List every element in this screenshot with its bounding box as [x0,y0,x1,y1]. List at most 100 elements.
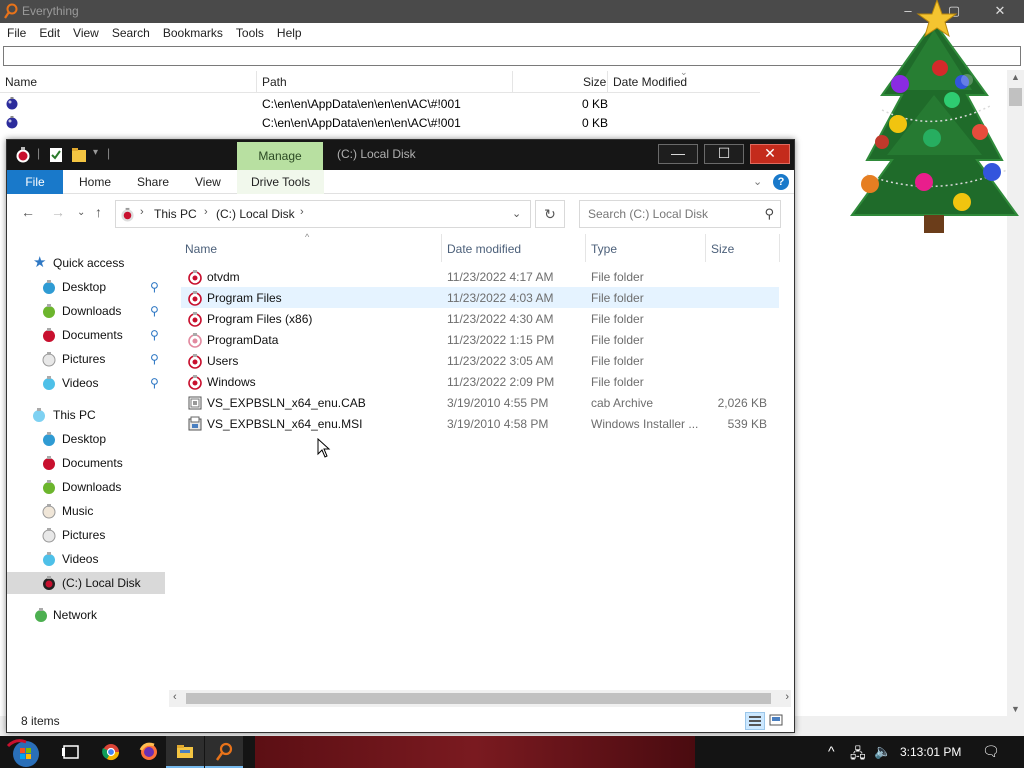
tab-share[interactable]: Share [123,170,183,194]
col-date-modified[interactable]: Date modified [447,242,521,256]
breadcrumb-separator-icon[interactable]: › [300,206,304,218]
col-name[interactable]: Name [185,242,217,256]
menu-bookmarks[interactable]: Bookmarks [156,23,229,40]
action-center-icon[interactable]: 🗨 [982,743,1000,760]
details-view-icon[interactable] [745,712,765,730]
horizontal-scrollbar[interactable]: ‹ › [169,690,791,707]
up-icon[interactable]: ↑ [95,204,102,220]
chrome-button[interactable] [92,736,130,768]
scroll-thumb[interactable] [186,693,771,704]
nav-this-pc[interactable]: This PC [7,404,165,426]
nav-pc-pictures[interactable]: Pictures [7,524,165,546]
search-icon[interactable]: ⚲ [764,206,774,222]
search-input[interactable]: Search (C:) Local Disk [588,207,708,221]
everything-result-row[interactable]: C:\en\en\AppData\en\en\en\AC\#!001 0 KB [0,113,760,132]
file-row[interactable]: otvdm 11/23/2022 4:17 AM File folder [181,266,779,287]
explorer-titlebar[interactable]: | ▾ | Manage (C:) Local Disk — ☐ ✕ [7,140,794,170]
nav-pc-desktop[interactable]: Desktop [7,428,165,450]
tab-drive-tools[interactable]: Drive Tools [237,170,325,194]
refresh-button[interactable]: ↻ [535,200,565,228]
tab-file[interactable]: File [7,170,63,194]
nav-pc-documents[interactable]: Documents [7,452,165,474]
scroll-down-icon[interactable]: ▼ [1011,704,1020,714]
recent-locations-icon[interactable]: ⌄ [77,207,85,218]
clock[interactable]: 3:13:01 PM [900,745,961,759]
menu-help[interactable]: Help [270,23,308,40]
nav-pc-local-disk[interactable]: (C:) Local Disk [7,572,165,594]
pin-icon[interactable]: ⚲ [150,352,159,366]
music-icon [42,504,56,519]
pin-icon[interactable]: ⚲ [150,304,159,318]
properties-icon[interactable] [49,147,63,163]
drive-app-icon[interactable] [15,146,31,164]
file-row[interactable]: Users 11/23/2022 3:05 AM File folder [181,350,779,371]
result-size: 0 KB [582,97,609,111]
tab-home[interactable]: Home [65,170,125,194]
tab-manage[interactable]: Manage [237,142,323,170]
menu-view[interactable]: View [66,23,105,40]
everything-result-row[interactable]: C:\en\en\AppData\en\en\en\AC\#!001 0 KB [0,94,760,113]
nav-quick-downloads[interactable]: Downloads ⚲ [7,300,165,322]
file-explorer-button[interactable] [166,736,204,768]
back-icon[interactable]: ← [21,204,35,220]
documents-icon [43,328,55,342]
file-row[interactable]: Program Files (x86) 11/23/2022 4:30 AM F… [181,308,779,329]
address-dropdown-icon[interactable]: ⌄ [512,207,521,220]
col-name[interactable]: Name [5,75,37,89]
tab-view[interactable]: View [181,170,235,194]
nav-pc-music[interactable]: Music [7,500,165,522]
network-icon[interactable]: 🖧 [850,743,866,767]
firefox-button[interactable] [130,736,168,768]
show-hidden-icons-icon[interactable]: ^ [828,743,835,759]
col-path[interactable]: Path [262,75,287,89]
drive-icon [43,576,55,590]
nav-quick-documents[interactable]: Documents ⚲ [7,324,165,346]
start-button[interactable] [0,736,48,768]
nav-network[interactable]: Network [7,604,165,626]
new-folder-icon[interactable] [71,147,87,163]
expand-ribbon-icon[interactable]: ⌄ [753,175,762,188]
item-count: 8 items [21,714,60,728]
nav-quick-access[interactable]: ★ Quick access [7,252,165,274]
large-icons-view-icon[interactable] [767,712,787,730]
forward-icon[interactable]: → [51,204,65,220]
file-row[interactable]: Program Files 11/23/2022 4:03 AM File fo… [181,287,779,308]
volume-icon[interactable]: 🔈 [874,743,891,760]
breadcrumb-separator-icon[interactable]: › [140,206,144,218]
menu-search[interactable]: Search [105,23,156,40]
qat-dropdown-icon[interactable]: ▾ [93,147,98,158]
col-type[interactable]: Type [591,242,617,256]
task-view-button[interactable] [52,736,90,768]
file-row[interactable]: Windows 11/23/2022 2:09 PM File folder [181,371,779,392]
scroll-right-icon[interactable]: › [785,691,789,703]
breadcrumb-this-pc[interactable]: This PC [154,207,197,221]
menu-edit[interactable]: Edit [32,23,66,40]
nav-quick-desktop[interactable]: Desktop ⚲ [7,276,165,298]
menu-file[interactable]: File [0,23,32,40]
breadcrumb-separator-icon[interactable]: › [204,206,208,218]
nav-pc-downloads[interactable]: Downloads [7,476,165,498]
maximize-button[interactable]: ☐ [704,144,744,164]
col-size[interactable]: Size [583,75,606,89]
address-bar[interactable]: › This PC › (C:) Local Disk › ⌄ [115,200,531,228]
menu-tools[interactable]: Tools [229,23,270,40]
close-button[interactable]: ✕ [750,144,790,164]
col-size[interactable]: Size [711,242,734,256]
help-icon[interactable]: ? [773,174,789,190]
nav-quick-pictures[interactable]: Pictures ⚲ [7,348,165,370]
pin-icon[interactable]: ⚲ [150,328,159,342]
nav-quick-videos[interactable]: Videos ⚲ [7,372,165,394]
pin-icon[interactable]: ⚲ [150,280,159,294]
star-icon: ★ [33,254,47,271]
breadcrumb-local-disk[interactable]: (C:) Local Disk [216,207,295,221]
col-date-modified[interactable]: Date Modified [613,75,687,89]
everything-button[interactable] [205,736,243,768]
nav-pc-videos[interactable]: Videos [7,548,165,570]
file-row[interactable]: VS_EXPBSLN_x64_enu.CAB 3/19/2010 4:55 PM… [181,392,779,413]
scroll-left-icon[interactable]: ‹ [173,691,177,703]
search-box[interactable]: Search (C:) Local Disk ⚲ [579,200,781,228]
file-row[interactable]: ProgramData 11/23/2022 1:15 PM File fold… [181,329,779,350]
pin-icon[interactable]: ⚲ [150,376,159,390]
minimize-button[interactable]: — [658,144,698,164]
file-row[interactable]: VS_EXPBSLN_x64_enu.MSI 3/19/2010 4:58 PM… [181,413,779,434]
